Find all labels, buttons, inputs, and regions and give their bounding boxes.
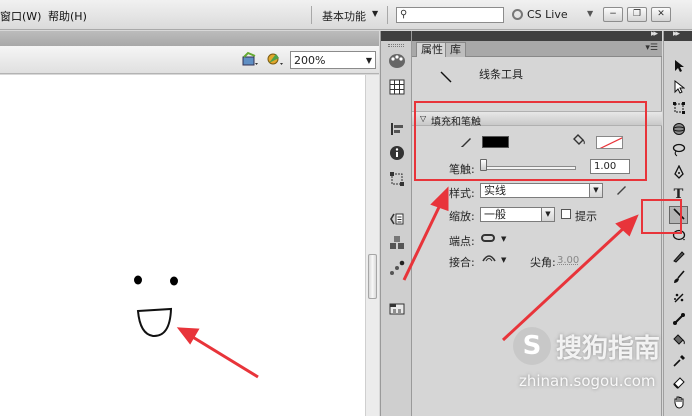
zoom-select[interactable]: 200% ▼ — [290, 51, 376, 69]
pen-icon[interactable] — [669, 164, 688, 183]
help-search-input[interactable]: ⚲ — [396, 7, 504, 23]
tools-header[interactable]: ▸▸ — [664, 29, 692, 41]
color-palette-icon[interactable] — [387, 53, 407, 71]
chevron-down-icon[interactable]: ▼ — [372, 9, 378, 18]
brush-icon[interactable] — [669, 270, 688, 288]
menu-separator — [387, 6, 388, 24]
cs-live-icon — [512, 9, 523, 20]
vertical-scrollbar[interactable] — [365, 75, 379, 416]
align-icon[interactable] — [387, 121, 407, 139]
chevron-down-icon[interactable]: ▼ — [587, 9, 593, 18]
tab-library[interactable]: 库 — [445, 42, 466, 57]
chevron-down-icon: ▼ — [365, 56, 372, 65]
document-tab-strip — [0, 31, 379, 46]
panel-header[interactable]: ▸▸ — [412, 29, 662, 41]
selection-tool-icon[interactable] — [669, 59, 688, 77]
tool-name: 线条工具 — [479, 68, 523, 81]
chevron-down-icon: ▼ — [541, 208, 554, 221]
minimize-button[interactable]: − — [603, 7, 623, 22]
smiley-drawing — [134, 275, 178, 338]
style-select[interactable]: 实线 ▼ — [480, 183, 603, 198]
eraser-icon[interactable] — [669, 375, 688, 393]
edit-symbols-icon[interactable] — [241, 51, 259, 67]
bone-icon[interactable] — [669, 312, 688, 330]
components-icon[interactable] — [387, 235, 407, 253]
deco-icon[interactable] — [669, 291, 688, 309]
scale-value: 一般 — [484, 208, 506, 221]
edit-stroke-style-icon[interactable] — [615, 183, 628, 199]
edit-bar: 200% ▼ — [0, 46, 379, 74]
join-round-icon[interactable] — [482, 253, 496, 266]
style-label: 样式: — [449, 187, 475, 200]
line-tool-icon — [440, 71, 452, 83]
dock-header[interactable] — [381, 31, 411, 41]
info-icon[interactable] — [387, 145, 407, 163]
chevron-down-icon[interactable]: ▼ — [501, 235, 506, 243]
menu-window[interactable]: 窗口(W) — [0, 8, 41, 24]
tab-properties[interactable]: 属性 — [416, 42, 448, 57]
panel-menu-icon[interactable]: ▾☰ — [645, 43, 658, 53]
highlight-fill-stroke-box — [414, 101, 647, 181]
highlight-line-tool-box — [641, 199, 682, 234]
free-transform-icon[interactable] — [669, 101, 688, 119]
zoom-value: 200% — [294, 54, 326, 67]
cs-live-label: CS Live — [527, 8, 568, 21]
style-value: 实线 — [484, 184, 506, 197]
transform-icon[interactable] — [387, 171, 407, 189]
subselection-tool-icon[interactable] — [669, 79, 688, 98]
paint-bucket-icon[interactable] — [669, 333, 688, 351]
motion-presets-icon[interactable] — [387, 260, 407, 278]
lasso-icon[interactable] — [669, 143, 688, 161]
mouth — [136, 307, 173, 338]
miter-label: 尖角: — [530, 256, 556, 269]
join-label: 接合: — [449, 256, 475, 269]
left-eye — [134, 275, 142, 285]
chevron-down-icon[interactable]: ▼ — [501, 256, 506, 264]
code-snippets-icon[interactable] — [387, 211, 407, 229]
chevron-down-icon: ▼ — [589, 184, 602, 197]
panel-tab-row: 属性 库 ▾☰ — [412, 41, 662, 57]
stage-canvas[interactable] — [0, 75, 365, 416]
hint-label: 提示 — [575, 210, 597, 223]
watermark-logo: S — [513, 327, 551, 365]
menu-help[interactable]: 帮助(H) — [48, 8, 87, 24]
expand-icon[interactable]: ▸▸ — [673, 29, 680, 39]
scale-label: 缩放: — [449, 210, 475, 223]
watermark-url: zhinan.sogou.com — [519, 372, 656, 390]
cs-live-button[interactable]: CS Live — [512, 8, 568, 21]
dock-grip[interactable] — [388, 44, 404, 47]
hand-icon[interactable] — [669, 395, 688, 413]
3d-rotation-icon[interactable] — [669, 122, 688, 140]
cap-round-icon[interactable] — [481, 234, 495, 242]
right-eye — [170, 276, 178, 286]
menu-separator — [311, 6, 312, 24]
miter-value[interactable]: 3.00 — [557, 255, 579, 266]
expand-icon[interactable]: ▸▸ — [651, 29, 658, 39]
swatches-icon[interactable] — [387, 79, 407, 97]
workspace-switcher[interactable]: 基本功能 — [322, 8, 366, 24]
restore-button[interactable]: ❐ — [627, 7, 647, 22]
menu-bar: 窗口(W) 帮助(H) 基本功能 ▼ ⚲ CS Live ▼ − ❐ ✕ — [0, 0, 692, 30]
hint-checkbox[interactable] — [561, 209, 571, 219]
scale-select[interactable]: 一般 ▼ — [480, 207, 555, 222]
search-icon: ⚲ — [400, 9, 408, 20]
pencil-icon[interactable] — [669, 249, 688, 267]
scrollbar-thumb[interactable] — [368, 254, 377, 299]
cap-label: 端点: — [449, 235, 475, 248]
eyedropper-icon[interactable] — [669, 354, 688, 372]
project-icon[interactable] — [387, 301, 407, 319]
watermark-brand: 搜狗指南 — [556, 334, 661, 364]
close-button[interactable]: ✕ — [651, 7, 671, 22]
edit-scene-icon[interactable] — [266, 51, 284, 67]
collapsed-panel-dock — [380, 31, 412, 416]
